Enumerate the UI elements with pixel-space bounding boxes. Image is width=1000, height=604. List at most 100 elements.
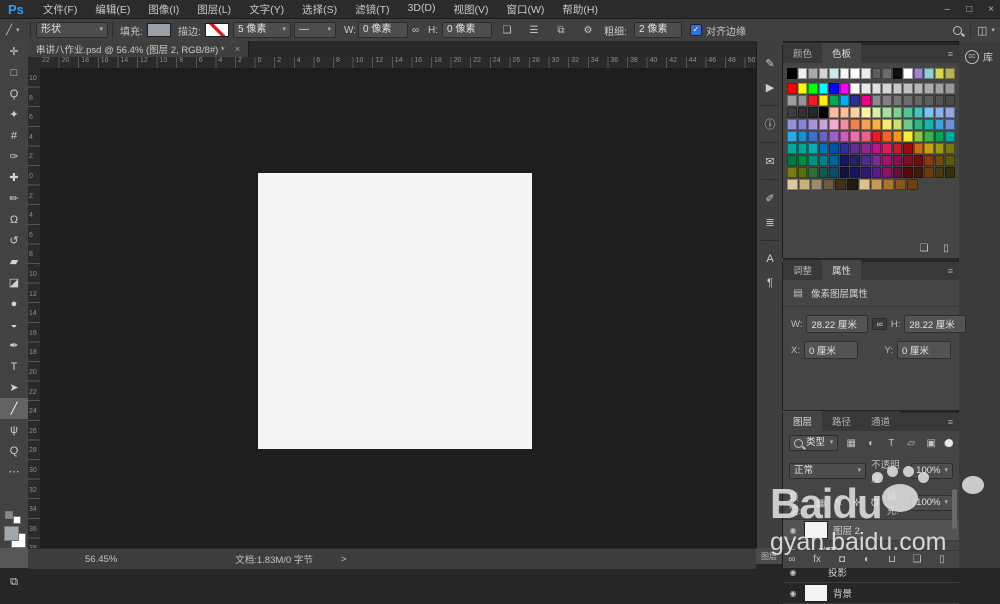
swatch[interactable] bbox=[850, 119, 860, 130]
swatch[interactable] bbox=[945, 131, 955, 142]
swatch[interactable] bbox=[871, 131, 882, 142]
swatch[interactable] bbox=[871, 119, 882, 130]
menu-item[interactable]: 窗口(W) bbox=[498, 2, 554, 17]
swatch[interactable] bbox=[913, 68, 924, 79]
path-align-icon[interactable]: ☰ bbox=[527, 25, 541, 36]
swatch[interactable] bbox=[860, 131, 871, 142]
swatch[interactable] bbox=[808, 119, 818, 130]
opacity-field[interactable]: 100% ▾ bbox=[911, 463, 953, 479]
menu-item[interactable]: 视图(V) bbox=[445, 2, 498, 17]
swatch[interactable] bbox=[871, 107, 882, 118]
filter-adjustment-icon[interactable]: ◐ bbox=[864, 438, 878, 449]
swatch[interactable] bbox=[882, 68, 892, 79]
line-tool[interactable]: ╱ bbox=[0, 398, 28, 419]
swatch[interactable] bbox=[797, 155, 808, 166]
swatch[interactable] bbox=[818, 68, 829, 79]
swatch[interactable] bbox=[882, 143, 892, 154]
swatch[interactable] bbox=[860, 167, 871, 178]
swatch[interactable] bbox=[839, 95, 850, 106]
swatch[interactable] bbox=[903, 107, 913, 118]
swatch[interactable] bbox=[787, 119, 797, 130]
swatch[interactable] bbox=[797, 68, 808, 79]
status-flyout-icon[interactable]: > bbox=[341, 554, 347, 565]
swatch[interactable] bbox=[924, 119, 934, 130]
swatch[interactable] bbox=[913, 107, 924, 118]
swatch[interactable] bbox=[797, 143, 808, 154]
swatch[interactable] bbox=[818, 95, 829, 106]
swatch[interactable] bbox=[808, 83, 818, 94]
swatch[interactable] bbox=[945, 119, 955, 130]
path-arrange-icon[interactable]: ⧉ bbox=[554, 25, 568, 36]
swatch[interactable] bbox=[860, 155, 871, 166]
gradient-tool[interactable]: ◪ bbox=[0, 272, 28, 293]
swatch[interactable] bbox=[839, 155, 850, 166]
swatch[interactable] bbox=[799, 179, 810, 190]
swatch[interactable] bbox=[829, 107, 839, 118]
swatch[interactable] bbox=[903, 119, 913, 130]
new-layer-icon[interactable]: ❏ bbox=[910, 554, 924, 565]
layer-style-fx-icon[interactable]: fx bbox=[810, 554, 824, 565]
swatch[interactable] bbox=[934, 119, 945, 130]
swatch[interactable] bbox=[882, 119, 892, 130]
swatch[interactable] bbox=[934, 131, 945, 142]
swatch[interactable] bbox=[829, 68, 839, 79]
swap-colors-icon[interactable] bbox=[5, 511, 13, 519]
swatch[interactable] bbox=[818, 155, 829, 166]
swatch[interactable] bbox=[934, 68, 945, 79]
clone-source-icon[interactable]: ≣ bbox=[757, 210, 783, 234]
eyedropper-tool[interactable]: ✑ bbox=[0, 146, 28, 167]
swatch[interactable] bbox=[808, 95, 818, 106]
swatch[interactable] bbox=[811, 179, 822, 190]
screen-mode-button[interactable]: ⧉ bbox=[0, 572, 28, 593]
swatch[interactable] bbox=[924, 131, 934, 142]
swatch[interactable] bbox=[797, 83, 808, 94]
brush-settings-icon[interactable]: ✎ bbox=[757, 51, 783, 75]
swatch[interactable] bbox=[903, 83, 913, 94]
prop-x-field[interactable]: 0 厘米 bbox=[803, 341, 858, 359]
zoom-tool[interactable]: Q bbox=[0, 440, 28, 461]
swatch[interactable] bbox=[934, 107, 945, 118]
stroke-swatch[interactable] bbox=[205, 19, 229, 41]
swatch[interactable] bbox=[808, 107, 818, 118]
swatch[interactable] bbox=[882, 107, 892, 118]
layer-thumbnail[interactable] bbox=[804, 584, 828, 602]
tab-图层[interactable]: 图层 bbox=[783, 411, 823, 431]
swatch[interactable] bbox=[871, 95, 882, 106]
swatch[interactable] bbox=[850, 83, 860, 94]
swatch[interactable] bbox=[883, 179, 894, 190]
swatch[interactable] bbox=[839, 119, 850, 130]
swatch[interactable] bbox=[835, 179, 846, 190]
paragraph-panel-icon[interactable]: ¶ bbox=[757, 271, 783, 295]
maximize-button[interactable]: □ bbox=[966, 4, 972, 15]
swatch[interactable] bbox=[829, 143, 839, 154]
workspace-switcher-icon[interactable]: ◫ ▾ bbox=[977, 19, 995, 41]
layers-scrollbar[interactable] bbox=[952, 489, 957, 529]
clone-stamp-tool[interactable]: Ω bbox=[0, 209, 28, 230]
character-panel-icon[interactable]: A bbox=[757, 247, 783, 271]
tab-通道[interactable]: 通道 bbox=[861, 411, 901, 431]
swatch[interactable] bbox=[823, 179, 834, 190]
swatch[interactable] bbox=[818, 131, 829, 142]
swatch[interactable] bbox=[945, 68, 955, 79]
swatch[interactable] bbox=[945, 95, 955, 106]
new-group-icon[interactable]: ⊔ bbox=[885, 554, 899, 565]
layer-row[interactable]: ◉ 背景 bbox=[783, 583, 959, 604]
swatch[interactable] bbox=[945, 155, 955, 166]
blend-mode-select[interactable]: 正常 ▾ bbox=[789, 463, 867, 479]
close-tab-icon[interactable]: × bbox=[235, 44, 241, 55]
layer-thumbnail[interactable] bbox=[804, 521, 828, 539]
tab-色板[interactable]: 色板 bbox=[822, 43, 862, 63]
foreground-color-swatch[interactable] bbox=[4, 526, 19, 541]
swatch[interactable] bbox=[903, 95, 913, 106]
swatch[interactable] bbox=[818, 143, 829, 154]
swatch[interactable] bbox=[839, 167, 850, 178]
weight-field[interactable]: 2 像素 bbox=[634, 19, 682, 41]
visibility-eye-icon[interactable]: ◉ bbox=[787, 589, 799, 598]
swatch[interactable] bbox=[882, 131, 892, 142]
panel-menu-icon[interactable]: ≡ bbox=[948, 266, 953, 276]
swatch[interactable] bbox=[903, 68, 913, 79]
swatch[interactable] bbox=[871, 179, 882, 190]
history-brush-tool[interactable]: ↺ bbox=[0, 230, 28, 251]
swatch[interactable] bbox=[787, 131, 797, 142]
quick-selection-tool[interactable]: ✦ bbox=[0, 104, 28, 125]
